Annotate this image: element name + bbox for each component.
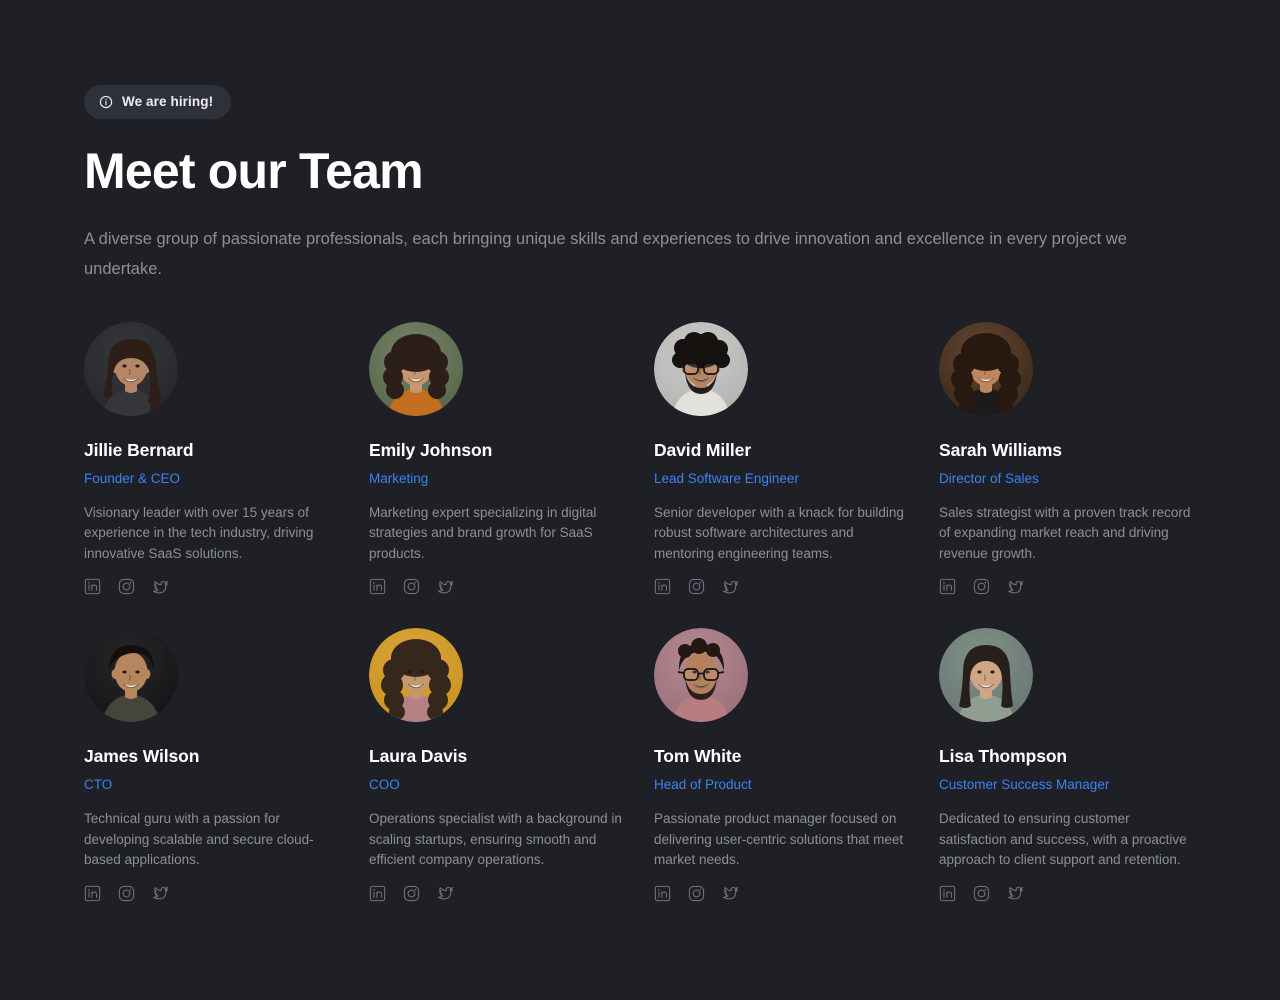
instagram-icon[interactable] — [118, 885, 135, 902]
member-name: James Wilson — [84, 746, 200, 767]
team-member-card: Sarah Williams Director of Sales Sales str… — [939, 321, 1197, 596]
twitter-icon[interactable] — [152, 885, 169, 902]
member-bio: Sales strategist with a proven track rec… — [939, 504, 1191, 561]
linkedin-icon[interactable] — [369, 885, 386, 902]
avatar — [369, 628, 463, 723]
hiring-badge-label: We are hiring! — [122, 94, 214, 110]
team-member-card: Lisa Thompson Customer Success Manager Ded… — [939, 628, 1197, 902]
team-member-card: Emily Johnson Marketing Marketing expert s… — [369, 321, 627, 596]
instagram-icon[interactable] — [118, 578, 135, 595]
avatar — [654, 628, 748, 723]
page-content: We are hiring! Meet our Team A diverse g… — [0, 0, 1280, 902]
member-social-links — [654, 578, 912, 595]
avatar — [939, 628, 1033, 723]
member-name: Lisa Thompson — [939, 746, 1068, 767]
info-circle-icon — [99, 95, 113, 109]
twitter-icon[interactable] — [152, 578, 169, 595]
member-role[interactable]: Customer Success Manager — [939, 777, 1197, 793]
member-social-links — [369, 578, 627, 595]
member-name: David Miller — [654, 439, 752, 460]
instagram-icon[interactable] — [403, 885, 420, 902]
member-social-links — [939, 578, 1197, 595]
member-role[interactable]: COO — [369, 777, 627, 793]
member-bio: Technical guru with a passion for develo… — [84, 811, 314, 868]
member-bio: Dedicated to ensuring customer satisfact… — [939, 811, 1187, 868]
page-subtitle: A diverse group of passionate profession… — [84, 229, 1127, 278]
team-member-card: Jillie Bernard Founder & CEO Visionary lea… — [84, 321, 342, 596]
team-member-card: David Miller Lead Software Engineer Senior… — [654, 321, 912, 596]
avatar — [654, 321, 748, 416]
linkedin-icon[interactable] — [84, 578, 101, 595]
instagram-icon[interactable] — [973, 885, 990, 902]
member-social-links — [654, 885, 912, 902]
member-name: Jillie Bernard — [84, 439, 194, 460]
linkedin-icon[interactable] — [369, 578, 386, 595]
page-title: Meet our Team — [84, 143, 424, 199]
member-role[interactable]: Founder & CEO — [84, 471, 342, 487]
twitter-icon[interactable] — [437, 578, 454, 595]
linkedin-icon[interactable] — [939, 578, 956, 595]
linkedin-icon[interactable] — [84, 885, 101, 902]
member-name: Tom White — [654, 746, 742, 767]
twitter-icon[interactable] — [722, 578, 739, 595]
member-bio: Marketing expert specializing in digital… — [369, 504, 597, 561]
linkedin-icon[interactable] — [654, 885, 671, 902]
linkedin-icon[interactable] — [654, 578, 671, 595]
team-member-card: James Wilson CTO Technical guru with a pas… — [84, 628, 342, 902]
member-name: Sarah Williams — [939, 439, 1062, 460]
avatar — [84, 321, 178, 416]
twitter-icon[interactable] — [722, 885, 739, 902]
member-social-links — [939, 885, 1197, 902]
instagram-icon[interactable] — [403, 578, 420, 595]
member-role[interactable]: Lead Software Engineer — [654, 471, 912, 487]
member-role[interactable]: CTO — [84, 777, 342, 793]
team-grid: Jillie Bernard Founder & CEO Visionary lea… — [84, 321, 1197, 902]
member-social-links — [369, 885, 627, 902]
team-page: We are hiring! Meet our Team A diverse g… — [0, 0, 1280, 1000]
avatar — [369, 321, 463, 416]
twitter-icon[interactable] — [1007, 885, 1024, 902]
member-name: Emily Johnson — [369, 439, 493, 460]
twitter-icon[interactable] — [437, 885, 454, 902]
member-role[interactable]: Marketing — [369, 471, 627, 487]
twitter-icon[interactable] — [1007, 578, 1024, 595]
member-bio: Operations specialist with a background … — [369, 811, 622, 868]
hiring-badge[interactable]: We are hiring! — [84, 85, 232, 119]
member-bio: Senior developer with a knack for buildi… — [654, 504, 904, 561]
team-member-card: Tom White Head of Product Passionate produ… — [654, 628, 912, 902]
instagram-icon[interactable] — [688, 885, 705, 902]
member-social-links — [84, 578, 342, 595]
member-role[interactable]: Director of Sales — [939, 471, 1197, 487]
avatar — [84, 628, 178, 723]
team-member-card: Laura Davis COO Operations specialist with… — [369, 628, 627, 902]
instagram-icon[interactable] — [973, 578, 990, 595]
linkedin-icon[interactable] — [939, 885, 956, 902]
avatar — [939, 321, 1033, 416]
member-role[interactable]: Head of Product — [654, 777, 912, 793]
member-bio: Passionate product manager focused on de… — [654, 811, 904, 868]
member-social-links — [84, 885, 342, 902]
instagram-icon[interactable] — [688, 578, 705, 595]
member-name: Laura Davis — [369, 746, 468, 767]
member-bio: Visionary leader with over 15 years of e… — [84, 504, 314, 561]
